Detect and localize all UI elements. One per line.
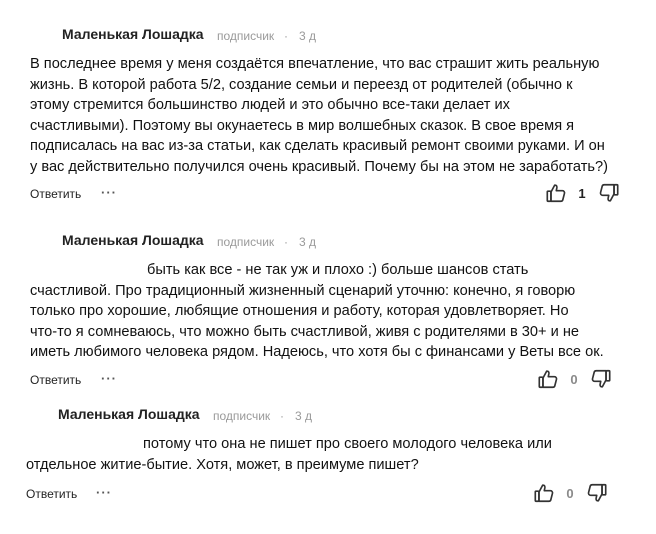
reply-button[interactable]: Ответить bbox=[26, 487, 77, 501]
comment-age: 3 д bbox=[299, 235, 317, 249]
thumbs-down-icon bbox=[591, 369, 611, 388]
like-button[interactable] bbox=[537, 368, 559, 390]
comment-author[interactable]: Маленькая Лошадка bbox=[62, 26, 204, 42]
thumbs-up-icon bbox=[546, 184, 566, 203]
thumbs-up-icon bbox=[538, 370, 558, 389]
comment: Маленькая Лошадка подписчик · 3 д потому… bbox=[0, 394, 656, 534]
thumbs-down-icon bbox=[599, 183, 619, 202]
comment-role: подписчик bbox=[217, 29, 275, 43]
comment-text: потому что она не пишет про своего молод… bbox=[26, 434, 626, 475]
meta-separator: · bbox=[284, 235, 288, 249]
like-button[interactable] bbox=[545, 182, 567, 204]
comment-text-content: быть как все - не так уж и плохо :) боль… bbox=[30, 262, 604, 360]
reply-button[interactable]: Ответить bbox=[30, 187, 81, 201]
dislike-button[interactable] bbox=[590, 368, 612, 390]
dislike-button[interactable] bbox=[586, 482, 608, 504]
comment-age: 3 д bbox=[295, 409, 313, 423]
thumbs-up-icon bbox=[534, 484, 554, 503]
like-button[interactable] bbox=[533, 482, 555, 504]
comment-role: подписчик bbox=[217, 235, 275, 249]
thumbs-down-icon bbox=[587, 483, 607, 502]
comment-author[interactable]: Маленькая Лошадка bbox=[58, 406, 200, 422]
comment-text: быть как все - не так уж и плохо :) боль… bbox=[30, 260, 630, 363]
dislike-button[interactable] bbox=[598, 182, 620, 204]
comment-age: 3 д bbox=[299, 29, 317, 43]
comment: Маленькая Лошадка подписчик · 3 д быть к… bbox=[0, 214, 656, 394]
more-options-button[interactable]: ··· bbox=[96, 485, 112, 500]
meta-separator: · bbox=[280, 409, 284, 423]
like-count: 1 bbox=[578, 186, 586, 201]
comment-text: В последнее время у меня создаётся впеча… bbox=[30, 56, 608, 175]
like-count: 0 bbox=[570, 372, 578, 387]
comment-role: подписчик bbox=[213, 409, 271, 423]
more-options-button[interactable]: ··· bbox=[101, 185, 117, 200]
reply-button[interactable]: Ответить bbox=[30, 373, 81, 387]
meta-separator: · bbox=[284, 29, 288, 43]
more-options-button[interactable]: ··· bbox=[101, 371, 117, 386]
like-count: 0 bbox=[566, 486, 574, 501]
comment-text-content: потому что она не пишет про своего молод… bbox=[26, 436, 552, 473]
comment-author[interactable]: Маленькая Лошадка bbox=[62, 232, 204, 248]
comment: Маленькая Лошадка подписчик · 3 д В посл… bbox=[0, 0, 656, 214]
